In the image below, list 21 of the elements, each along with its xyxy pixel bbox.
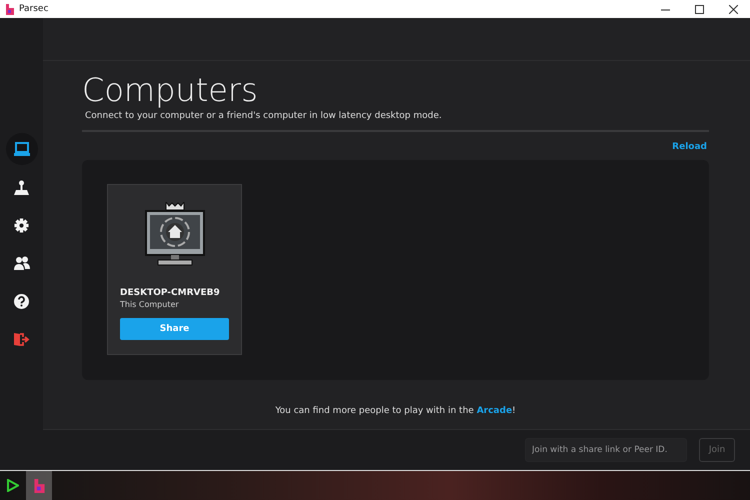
play-icon: [7, 479, 19, 492]
page-title: Computers: [82, 71, 259, 109]
window-title: Parsec: [19, 4, 50, 14]
arcade-note: You can find more people to play with in the Arcade!: [274, 406, 517, 416]
computer-name: DESKTOP-CMRVEB9: [120, 288, 221, 298]
page-subtitle: Connect to your computer or a friend's computer in low latency desktop mode.: [85, 111, 443, 121]
sidebar-item[interactable]: [6, 133, 38, 165]
reload-link[interactable]: Reload: [672, 142, 707, 152]
people-icon: [14, 256, 30, 270]
joystick-icon: [14, 180, 29, 194]
settings-icon: [14, 218, 29, 232]
arcade-link[interactable]: Arcade: [476, 406, 512, 416]
monitor-icon: [14, 142, 30, 156]
logout-icon: [13, 332, 30, 346]
close-icon: [728, 4, 738, 14]
maximize-icon: [694, 4, 704, 14]
help-icon: [14, 294, 29, 308]
app-logo-icon: [34, 478, 44, 492]
app-logo-icon: [6, 4, 14, 14]
computer-description: This Computer: [120, 300, 180, 309]
computer-drawing: [144, 202, 206, 268]
